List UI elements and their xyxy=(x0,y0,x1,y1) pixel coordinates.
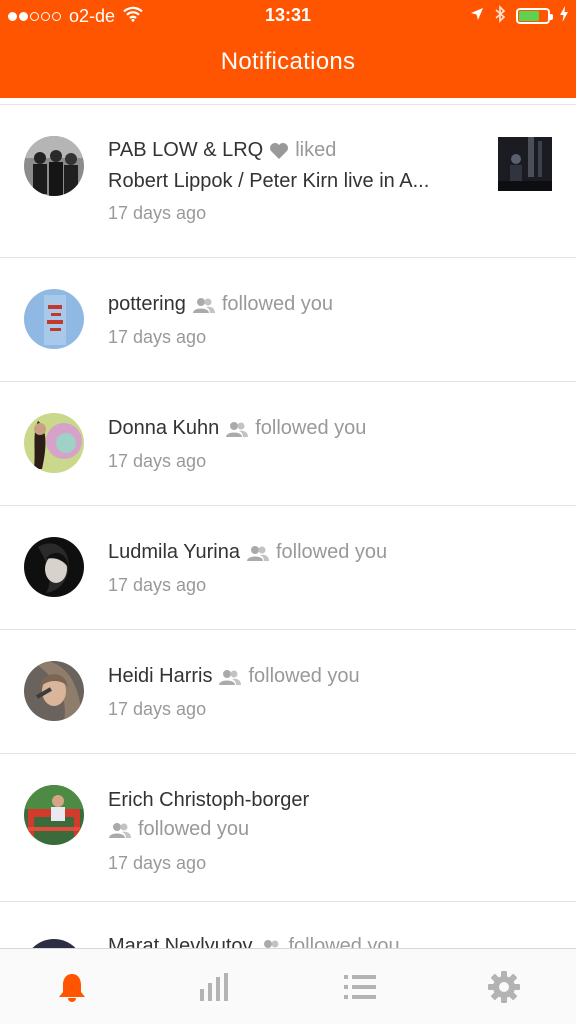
notification-row[interactable]: Donna Kuhn followed you 17 days ago xyxy=(0,382,576,506)
followers-icon xyxy=(246,545,269,561)
notification-text: PAB LOW & LRQ liked Robert Lippok / Pete… xyxy=(108,139,556,224)
action-label: followed you xyxy=(225,417,366,440)
notification-row[interactable]: PAB LOW & LRQ liked Robert Lippok / Pete… xyxy=(0,105,576,258)
timestamp: 17 days ago xyxy=(108,203,207,223)
status-bar: o2-de 13:31 xyxy=(0,0,576,34)
action-text: followed you xyxy=(288,935,400,948)
charging-icon xyxy=(560,5,568,27)
notification-text: Marat Nevlyutov followed you xyxy=(108,935,556,948)
tab-bar xyxy=(0,948,576,1024)
notification-row[interactable]: Heidi Harris followed you 17 days ago xyxy=(0,630,576,754)
action-label: liked xyxy=(269,139,336,162)
status-right xyxy=(470,4,568,28)
timestamp: 17 days ago xyxy=(108,699,207,719)
followers-icon xyxy=(219,669,242,685)
action-text: liked xyxy=(295,139,337,161)
track-title[interactable]: Robert Lippok / Peter Kirn live in A... xyxy=(108,170,556,193)
tab-stats[interactable] xyxy=(144,949,288,1024)
timestamp: 17 days ago xyxy=(108,575,207,595)
followers-icon xyxy=(109,822,131,838)
tab-list[interactable] xyxy=(288,949,432,1024)
avatar[interactable] xyxy=(24,537,84,597)
top-bar: o2-de 13:31 Notifications xyxy=(0,0,576,98)
avatar[interactable] xyxy=(24,289,84,349)
action-text: followed you xyxy=(138,818,250,840)
action-text: followed you xyxy=(221,293,334,315)
user-name[interactable]: Heidi Harris xyxy=(108,665,212,688)
user-name[interactable]: PAB LOW & LRQ xyxy=(108,139,263,162)
action-label: followed you xyxy=(246,541,387,564)
user-name[interactable]: Marat Nevlyutov xyxy=(108,935,253,948)
action-text: followed you xyxy=(248,665,360,687)
battery-level xyxy=(519,11,539,21)
gear-icon xyxy=(488,970,520,1003)
action-label: followed you xyxy=(192,293,333,316)
user-name[interactable]: pottering xyxy=(108,293,186,316)
track-artwork[interactable] xyxy=(498,137,552,191)
user-name[interactable]: Donna Kuhn xyxy=(108,417,219,440)
battery-icon xyxy=(516,8,553,24)
tab-notifications[interactable] xyxy=(0,949,144,1024)
avatar[interactable] xyxy=(24,136,84,196)
action-label: followed you xyxy=(259,935,400,948)
avatar[interactable] xyxy=(24,661,84,721)
action-text: followed you xyxy=(275,541,388,563)
notification-text: pottering followed you 17 days ago xyxy=(108,293,556,348)
user-name[interactable]: Erich Christoph-borger xyxy=(108,789,309,812)
avatar[interactable] xyxy=(24,413,84,473)
bell-icon xyxy=(59,973,85,1002)
timestamp: 17 days ago xyxy=(108,327,207,347)
stats-icon xyxy=(200,972,228,1001)
notification-row[interactable]: Ludmila Yurina followed you 17 days ago xyxy=(0,506,576,630)
notification-text: Ludmila Yurina followed you 17 days ago xyxy=(108,541,556,596)
heart-icon xyxy=(270,142,289,159)
followers-icon xyxy=(263,939,278,948)
bluetooth-icon xyxy=(494,4,506,28)
notification-row[interactable]: Erich Christoph-borger followed you 17 d… xyxy=(0,754,576,902)
action-text: followed you xyxy=(255,417,367,439)
notification-row[interactable]: Marat Nevlyutov followed you xyxy=(0,902,576,948)
list-icon xyxy=(344,974,376,999)
timestamp: 17 days ago xyxy=(108,853,207,873)
action-label: followed you xyxy=(218,665,360,688)
notification-text: Heidi Harris followed you 17 days ago xyxy=(108,665,556,720)
location-arrow-icon xyxy=(470,7,484,26)
followers-icon xyxy=(192,297,215,313)
action-label: followed you xyxy=(108,818,556,841)
notification-row[interactable]: pottering followed you 17 days ago xyxy=(0,258,576,382)
notification-text: Donna Kuhn followed you 17 days ago xyxy=(108,417,556,472)
notifications-list[interactable]: PAB LOW & LRQ liked Robert Lippok / Pete… xyxy=(0,104,576,948)
timestamp: 17 days ago xyxy=(108,451,207,471)
avatar[interactable] xyxy=(24,785,84,845)
tab-settings[interactable] xyxy=(432,949,576,1024)
notification-text: Erich Christoph-borger followed you 17 d… xyxy=(108,789,556,874)
page-title: Notifications xyxy=(220,48,356,75)
avatar[interactable] xyxy=(24,939,84,948)
followers-icon xyxy=(226,421,249,437)
user-name[interactable]: Ludmila Yurina xyxy=(108,541,240,564)
